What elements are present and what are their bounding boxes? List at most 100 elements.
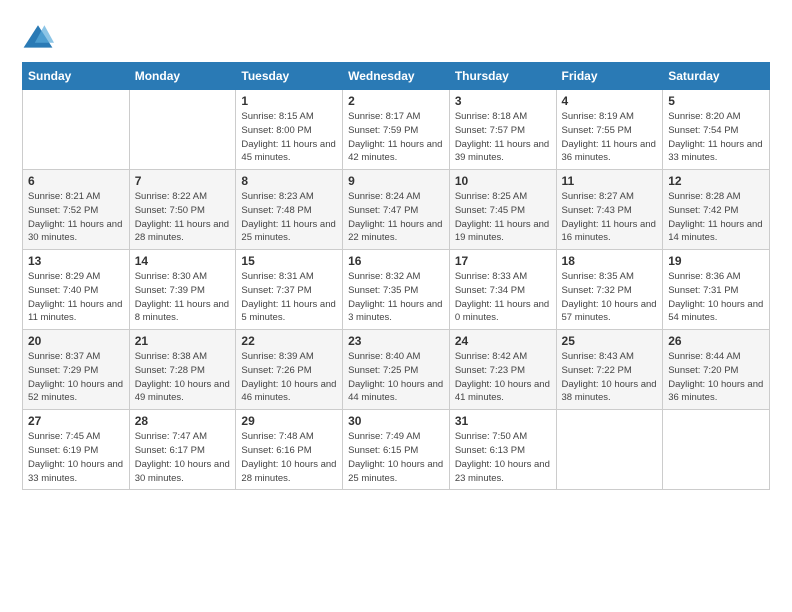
day-number: 20 <box>28 334 124 348</box>
day-cell: 8 Sunrise: 8:23 AM Sunset: 7:48 PM Daylig… <box>236 170 343 250</box>
day-number: 28 <box>135 414 231 428</box>
page: SundayMondayTuesdayWednesdayThursdayFrid… <box>0 0 792 504</box>
day-info: Sunrise: 8:36 AM Sunset: 7:31 PM Dayligh… <box>668 270 764 325</box>
week-row-2: 6 Sunrise: 8:21 AM Sunset: 7:52 PM Daylig… <box>23 170 770 250</box>
day-cell: 10 Sunrise: 8:25 AM Sunset: 7:45 PM Dayli… <box>449 170 556 250</box>
logo-icon <box>22 22 54 54</box>
day-number: 1 <box>241 94 337 108</box>
day-number: 30 <box>348 414 444 428</box>
day-cell: 28 Sunrise: 7:47 AM Sunset: 6:17 PM Dayli… <box>129 410 236 490</box>
day-info: Sunrise: 8:17 AM Sunset: 7:59 PM Dayligh… <box>348 110 444 165</box>
day-number: 22 <box>241 334 337 348</box>
day-info: Sunrise: 8:32 AM Sunset: 7:35 PM Dayligh… <box>348 270 444 325</box>
day-cell: 17Sunrise: 8:33 AM Sunset: 7:34 PM Dayli… <box>449 250 556 330</box>
day-cell: 6 Sunrise: 8:21 AM Sunset: 7:52 PM Daylig… <box>23 170 130 250</box>
day-cell: 1 Sunrise: 8:15 AM Sunset: 8:00 PM Daylig… <box>236 90 343 170</box>
day-cell <box>23 90 130 170</box>
week-row-1: 1 Sunrise: 8:15 AM Sunset: 8:00 PM Daylig… <box>23 90 770 170</box>
day-info: Sunrise: 8:20 AM Sunset: 7:54 PM Dayligh… <box>668 110 764 165</box>
header <box>22 18 770 54</box>
day-number: 6 <box>28 174 124 188</box>
day-info: Sunrise: 8:43 AM Sunset: 7:22 PM Dayligh… <box>562 350 658 405</box>
day-cell: 20Sunrise: 8:37 AM Sunset: 7:29 PM Dayli… <box>23 330 130 410</box>
day-info: Sunrise: 8:23 AM Sunset: 7:48 PM Dayligh… <box>241 190 337 245</box>
day-cell: 23 Sunrise: 8:40 AM Sunset: 7:25 PM Dayli… <box>343 330 450 410</box>
day-info: Sunrise: 8:27 AM Sunset: 7:43 PM Dayligh… <box>562 190 658 245</box>
day-cell: 5 Sunrise: 8:20 AM Sunset: 7:54 PM Daylig… <box>663 90 770 170</box>
day-cell: 25 Sunrise: 8:43 AM Sunset: 7:22 PM Dayli… <box>556 330 663 410</box>
day-info: Sunrise: 8:29 AM Sunset: 7:40 PM Dayligh… <box>28 270 124 325</box>
calendar-table: SundayMondayTuesdayWednesdayThursdayFrid… <box>22 62 770 490</box>
day-cell: 19Sunrise: 8:36 AM Sunset: 7:31 PM Dayli… <box>663 250 770 330</box>
day-info: Sunrise: 7:50 AM Sunset: 6:13 PM Dayligh… <box>455 430 551 485</box>
day-info: Sunrise: 7:45 AM Sunset: 6:19 PM Dayligh… <box>28 430 124 485</box>
col-header-friday: Friday <box>556 63 663 90</box>
day-number: 14 <box>135 254 231 268</box>
day-cell: 18 Sunrise: 8:35 AM Sunset: 7:32 PM Dayli… <box>556 250 663 330</box>
col-header-monday: Monday <box>129 63 236 90</box>
day-info: Sunrise: 8:15 AM Sunset: 8:00 PM Dayligh… <box>241 110 337 165</box>
day-info: Sunrise: 8:44 AM Sunset: 7:20 PM Dayligh… <box>668 350 764 405</box>
day-info: Sunrise: 8:28 AM Sunset: 7:42 PM Dayligh… <box>668 190 764 245</box>
day-cell <box>556 410 663 490</box>
day-info: Sunrise: 8:25 AM Sunset: 7:45 PM Dayligh… <box>455 190 551 245</box>
day-number: 3 <box>455 94 551 108</box>
day-number: 2 <box>348 94 444 108</box>
day-number: 9 <box>348 174 444 188</box>
week-row-3: 13 Sunrise: 8:29 AM Sunset: 7:40 PM Dayli… <box>23 250 770 330</box>
day-number: 18 <box>562 254 658 268</box>
day-info: Sunrise: 7:48 AM Sunset: 6:16 PM Dayligh… <box>241 430 337 485</box>
col-header-thursday: Thursday <box>449 63 556 90</box>
day-cell: 7 Sunrise: 8:22 AM Sunset: 7:50 PM Daylig… <box>129 170 236 250</box>
day-number: 29 <box>241 414 337 428</box>
day-cell: 21 Sunrise: 8:38 AM Sunset: 7:28 PM Dayli… <box>129 330 236 410</box>
day-number: 8 <box>241 174 337 188</box>
day-info: Sunrise: 8:19 AM Sunset: 7:55 PM Dayligh… <box>562 110 658 165</box>
day-number: 4 <box>562 94 658 108</box>
day-info: Sunrise: 8:42 AM Sunset: 7:23 PM Dayligh… <box>455 350 551 405</box>
day-number: 16 <box>348 254 444 268</box>
day-cell: 29 Sunrise: 7:48 AM Sunset: 6:16 PM Dayli… <box>236 410 343 490</box>
day-cell: 3 Sunrise: 8:18 AM Sunset: 7:57 PM Daylig… <box>449 90 556 170</box>
day-number: 11 <box>562 174 658 188</box>
day-info: Sunrise: 8:30 AM Sunset: 7:39 PM Dayligh… <box>135 270 231 325</box>
day-number: 17 <box>455 254 551 268</box>
day-cell: 2 Sunrise: 8:17 AM Sunset: 7:59 PM Daylig… <box>343 90 450 170</box>
day-cell: 26 Sunrise: 8:44 AM Sunset: 7:20 PM Dayli… <box>663 330 770 410</box>
day-info: Sunrise: 8:40 AM Sunset: 7:25 PM Dayligh… <box>348 350 444 405</box>
day-info: Sunrise: 8:24 AM Sunset: 7:47 PM Dayligh… <box>348 190 444 245</box>
day-number: 15 <box>241 254 337 268</box>
day-number: 26 <box>668 334 764 348</box>
day-number: 25 <box>562 334 658 348</box>
day-cell: 15 Sunrise: 8:31 AM Sunset: 7:37 PM Dayli… <box>236 250 343 330</box>
col-header-saturday: Saturday <box>663 63 770 90</box>
day-number: 21 <box>135 334 231 348</box>
logo <box>22 22 58 54</box>
day-number: 12 <box>668 174 764 188</box>
day-info: Sunrise: 8:21 AM Sunset: 7:52 PM Dayligh… <box>28 190 124 245</box>
day-info: Sunrise: 8:35 AM Sunset: 7:32 PM Dayligh… <box>562 270 658 325</box>
day-cell <box>129 90 236 170</box>
day-number: 10 <box>455 174 551 188</box>
day-cell: 22Sunrise: 8:39 AM Sunset: 7:26 PM Dayli… <box>236 330 343 410</box>
day-info: Sunrise: 7:47 AM Sunset: 6:17 PM Dayligh… <box>135 430 231 485</box>
day-info: Sunrise: 8:38 AM Sunset: 7:28 PM Dayligh… <box>135 350 231 405</box>
week-row-4: 20Sunrise: 8:37 AM Sunset: 7:29 PM Dayli… <box>23 330 770 410</box>
day-cell <box>663 410 770 490</box>
day-info: Sunrise: 8:22 AM Sunset: 7:50 PM Dayligh… <box>135 190 231 245</box>
day-number: 24 <box>455 334 551 348</box>
week-row-5: 27 Sunrise: 7:45 AM Sunset: 6:19 PM Dayli… <box>23 410 770 490</box>
day-number: 7 <box>135 174 231 188</box>
header-row: SundayMondayTuesdayWednesdayThursdayFrid… <box>23 63 770 90</box>
day-info: Sunrise: 8:18 AM Sunset: 7:57 PM Dayligh… <box>455 110 551 165</box>
day-number: 5 <box>668 94 764 108</box>
day-cell: 24 Sunrise: 8:42 AM Sunset: 7:23 PM Dayli… <box>449 330 556 410</box>
col-header-wednesday: Wednesday <box>343 63 450 90</box>
day-info: Sunrise: 8:31 AM Sunset: 7:37 PM Dayligh… <box>241 270 337 325</box>
day-number: 13 <box>28 254 124 268</box>
day-cell: 31 Sunrise: 7:50 AM Sunset: 6:13 PM Dayli… <box>449 410 556 490</box>
day-number: 23 <box>348 334 444 348</box>
day-number: 27 <box>28 414 124 428</box>
day-info: Sunrise: 7:49 AM Sunset: 6:15 PM Dayligh… <box>348 430 444 485</box>
day-number: 31 <box>455 414 551 428</box>
